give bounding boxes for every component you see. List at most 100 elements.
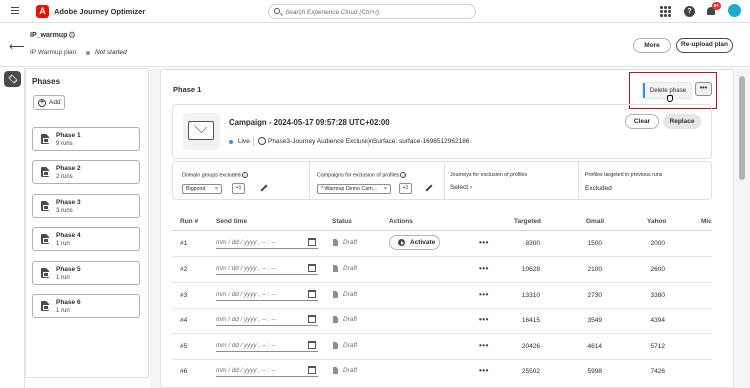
clear-button[interactable]: Clear [625, 114, 659, 129]
phase-document-icon [41, 301, 49, 311]
run-status: Draft [343, 316, 358, 323]
calendar-icon[interactable] [308, 341, 316, 349]
phase-runs: 1 run [56, 241, 70, 247]
row-more-icon[interactable]: ••• [479, 238, 489, 247]
mouse-pointer-icon [667, 95, 673, 102]
profiles-targeted-value: Excluded [585, 185, 612, 192]
user-avatar[interactable] [728, 4, 741, 17]
notifications-bell-icon[interactable]: 9+ [706, 2, 721, 17]
add-circle-icon: + [38, 99, 46, 107]
phase-more-options-button[interactable]: ••• [695, 82, 712, 96]
col-mic[interactable]: Mic [701, 218, 712, 225]
col-run[interactable]: Run # [180, 218, 198, 225]
domain-more-count[interactable]: +1 [232, 183, 245, 194]
domain-groups-label: Domain groups excluded? [182, 172, 248, 179]
email-envelope-icon [188, 121, 214, 140]
more-button[interactable]: More [633, 38, 671, 53]
back-arrow-icon[interactable]: ⟵ [9, 40, 25, 53]
phase-card-4[interactable]: Phase 4 1 run [32, 227, 140, 251]
gmail-value: 3549 [587, 317, 602, 324]
phase-document-icon [41, 268, 49, 278]
divider [253, 137, 254, 146]
table-row: #4 mm / dd / yyyy , -- : -- Draft ••• 16… [172, 308, 712, 334]
phase-card-5[interactable]: Phase 5 1 run [32, 261, 140, 285]
phase-name: Phase 5 [56, 266, 81, 273]
play-icon [398, 239, 405, 246]
row-more-icon[interactable]: ••• [479, 366, 489, 375]
calendar-icon[interactable] [308, 366, 316, 374]
calendar-icon[interactable] [308, 264, 316, 272]
col-actions[interactable]: Actions [389, 218, 413, 225]
col-targeted[interactable]: Targeted [514, 218, 541, 225]
journey-icon [258, 137, 266, 145]
run-status: Draft [343, 291, 358, 298]
col-yahoo[interactable]: Yahoo [647, 218, 667, 225]
phase-card-3[interactable]: Phase 3 3 runs [32, 194, 140, 218]
reupload-plan-button[interactable]: Re-upload plan [676, 38, 733, 53]
phase-runs: 1 run [56, 308, 70, 314]
settings-sliders-icon[interactable]: ⚙ [68, 30, 76, 41]
domain-tag[interactable]: Bigpond × [182, 184, 222, 194]
journeys-exclusion-label: Journeys for exclusion of profiles [450, 172, 528, 178]
search-box[interactable] [268, 4, 476, 19]
chevron-right-icon: › [469, 184, 473, 191]
apps-grid-icon[interactable] [660, 6, 671, 17]
row-more-icon[interactable]: ••• [479, 341, 489, 350]
run-number: #6 [180, 368, 188, 375]
replace-button[interactable]: Replace [663, 114, 701, 129]
phase-document-icon [41, 234, 49, 244]
calendar-icon[interactable] [308, 315, 316, 323]
phase-name: Phase 6 [56, 299, 81, 306]
send-time-input[interactable]: mm / dd / yyyy , -- : -- [216, 339, 318, 352]
gmail-value: 2730 [587, 292, 602, 299]
row-more-icon[interactable]: ••• [479, 264, 489, 273]
gmail-value: 2100 [587, 266, 602, 273]
adobe-logo-icon[interactable]: A [36, 5, 49, 18]
live-status-dot [229, 140, 233, 144]
table-row: #2 mm / dd / yyyy , -- : -- Draft ••• 10… [172, 257, 712, 283]
col-send-time[interactable]: Send time [216, 218, 247, 225]
phase-document-icon [41, 167, 49, 177]
exclusions-box [172, 161, 712, 200]
col-gmail[interactable]: Gmail [586, 218, 604, 225]
search-input[interactable] [285, 7, 465, 17]
divider [368, 137, 369, 146]
main-scrollbar[interactable] [739, 76, 745, 180]
info-icon[interactable]: ? [241, 172, 248, 178]
col-status[interactable]: Status [332, 218, 352, 225]
send-time-input[interactable]: mm / dd / yyyy , -- : -- [216, 288, 318, 301]
remove-tag-icon[interactable]: × [215, 185, 218, 193]
gmail-value: 4614 [587, 343, 602, 350]
run-status: Draft [343, 265, 358, 272]
run-number: #5 [180, 343, 188, 350]
layers-icon[interactable] [4, 71, 21, 87]
calendar-icon[interactable] [308, 290, 316, 298]
phase-title: Phase 1 [173, 85, 202, 94]
phase-card-6[interactable]: Phase 6 1 run [32, 294, 140, 318]
draft-icon [333, 367, 338, 374]
profiles-targeted-label: Profiles targeted in previous runs [585, 172, 663, 178]
activate-button[interactable]: Activate [389, 235, 440, 250]
send-time-input[interactable]: mm / dd / yyyy , -- : -- [216, 364, 318, 377]
journeys-select[interactable]: Select › [450, 184, 472, 191]
send-time-input[interactable]: mm / dd / yyyy , -- : -- [216, 313, 318, 326]
campaigns-more-count[interactable]: +1 [399, 183, 412, 194]
row-more-icon[interactable]: ••• [479, 315, 489, 324]
app-title[interactable]: Adobe Journey Optimizer [54, 7, 145, 16]
row-more-icon[interactable]: ••• [479, 290, 489, 299]
send-time-input[interactable]: mm / dd / yyyy , -- : -- [216, 236, 318, 249]
phase-card-1[interactable]: Phase 1 9 runs [32, 127, 140, 151]
phases-title: Phases [32, 77, 61, 86]
remove-tag-icon[interactable]: × [384, 185, 387, 193]
hamburger-menu-icon[interactable] [11, 7, 19, 14]
calendar-icon[interactable] [308, 238, 316, 246]
info-icon[interactable]: ? [400, 172, 407, 178]
phase-card-2[interactable]: Phase 2 2 runs [32, 160, 140, 184]
add-phase-button[interactable]: + Add [33, 95, 65, 110]
phase-name: Phase 4 [56, 232, 81, 239]
help-icon[interactable]: ? [684, 6, 695, 17]
send-time-input[interactable]: mm / dd / yyyy , -- : -- [216, 262, 318, 275]
run-number: #4 [180, 317, 188, 324]
run-status: Draft [343, 239, 358, 246]
campaign-tag[interactable]: * Warmup Demo Cam... × [317, 184, 391, 194]
